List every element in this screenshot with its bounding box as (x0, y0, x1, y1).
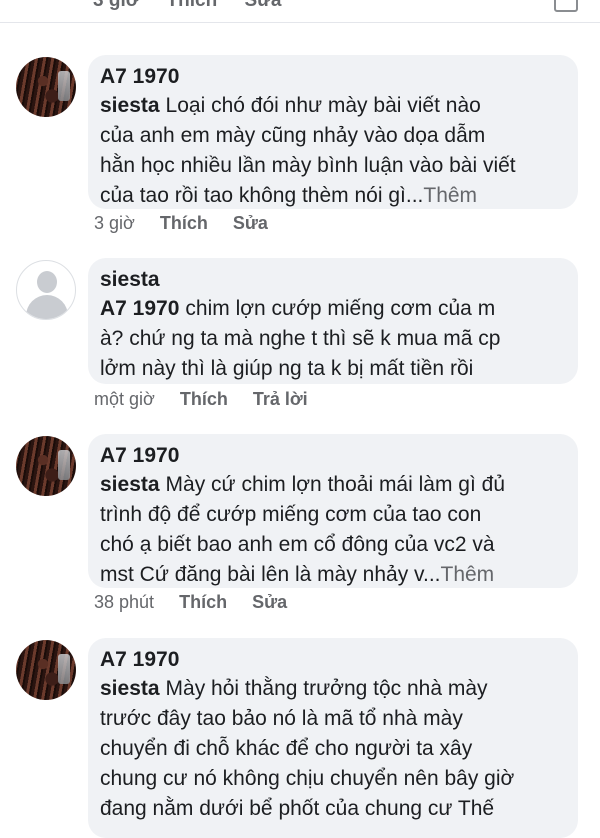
top-meta-row: 3 giờ Thích Sửa (93, 0, 303, 12)
comment-line: chuyển đi chỗ khác để cho người ta xây (100, 737, 473, 760)
avatar[interactable] (16, 640, 76, 700)
comment-text: siesta Loại chó đói như mày bài viết nào … (100, 91, 566, 211)
edit-button[interactable]: Sửa (233, 213, 268, 233)
comment-bubble[interactable]: A7 1970 siesta Loại chó đói như mày bài v… (88, 55, 578, 209)
comment-line: chó ạ biết bao anh em cổ đông của vc2 và (100, 533, 495, 556)
edit-button[interactable]: Sửa (252, 592, 287, 612)
comment-author[interactable]: A7 1970 (100, 646, 566, 674)
comment-time: một giờ (94, 389, 155, 409)
comment-line: mst Cứ đăng bài lên là mày nhảy v... (100, 563, 441, 586)
comment-bubble[interactable]: siesta A7 1970 chim lợn cướp miếng cơm củ… (88, 258, 578, 384)
comment-text: A7 1970 chim lợn cướp miếng cơm của m à? … (100, 294, 566, 384)
comment-text: siesta Mày hỏi thằng trưởng tộc nhà mày t… (100, 674, 566, 824)
mention-link[interactable]: siesta (100, 473, 160, 496)
top-time: 3 giờ (93, 0, 140, 11)
comment-line: Loại chó đói như mày bài viết nào (165, 94, 481, 117)
comment-line: chung cư nó không chịu chuyển nên bây gi… (100, 767, 515, 790)
comment-meta: một giờ Thích Trả lời (94, 389, 308, 410)
comment-line: à? chứ ng ta mà nghe t thì sẽ k mua mã c… (100, 327, 501, 350)
comment-time: 38 phút (94, 592, 155, 612)
top-edit-button[interactable]: Sửa (244, 0, 281, 11)
comment-author[interactable]: A7 1970 (100, 63, 566, 91)
comment-line: Mày hỏi thằng trưởng tộc nhà mày (165, 677, 488, 700)
comment-text: siesta Mày cứ chim lợn thoải mái làm gì đ… (100, 470, 566, 590)
comment-line: của tao rồi tao không thèm nói gì... (100, 184, 424, 207)
like-button[interactable]: Thích (180, 389, 228, 409)
comment-author[interactable]: A7 1970 (100, 442, 566, 470)
comment-meta: 3 giờ Thích Sửa (94, 213, 268, 234)
menu-icon[interactable] (554, 0, 578, 12)
see-more-link[interactable]: Thêm (423, 184, 477, 207)
mention-link[interactable]: A7 1970 (100, 297, 179, 320)
comment-line: lởm này thì là giúp ng ta k bị mất tiền … (100, 357, 474, 380)
avatar[interactable] (16, 436, 76, 496)
comment-time: 3 giờ (94, 213, 135, 233)
top-partial-meta: 3 giờ Thích Sửa (0, 0, 600, 23)
comment-line: Mày cứ chim lợn thoải mái làm gì đủ (165, 473, 505, 496)
mention-link[interactable]: siesta (100, 94, 160, 117)
avatar[interactable] (16, 260, 76, 320)
mention-link[interactable]: siesta (100, 677, 160, 700)
avatar[interactable] (16, 57, 76, 117)
comment-line: của anh em mày cũng nhảy vào dọa dẫm (100, 124, 486, 147)
comment-line: đang nằm dưới bể phốt của chung cư Thế (100, 797, 495, 820)
comment-line: trước đây tao bảo nó là mã tổ nhà mày (100, 707, 463, 730)
comment-bubble[interactable]: A7 1970 siesta Mày hỏi thằng trưởng tộc n… (88, 638, 578, 838)
like-button[interactable]: Thích (179, 592, 227, 612)
comment-line: trình độ để cướp miếng cơm của tao con (100, 503, 482, 526)
comment-line: chim lợn cướp miếng cơm của m (185, 297, 496, 320)
default-avatar-icon (37, 271, 57, 293)
reply-button[interactable]: Trả lời (253, 389, 308, 409)
comment-bubble[interactable]: A7 1970 siesta Mày cứ chim lợn thoải mái … (88, 434, 578, 588)
like-button[interactable]: Thích (160, 213, 208, 233)
see-more-link[interactable]: Thêm (441, 563, 495, 586)
top-like-button[interactable]: Thích (167, 0, 218, 11)
comment-author[interactable]: siesta (100, 266, 566, 294)
comment-line: hằn học nhiều lần mày bình luận vào bài … (100, 154, 516, 177)
comment-meta: 38 phút Thích Sửa (94, 592, 287, 613)
